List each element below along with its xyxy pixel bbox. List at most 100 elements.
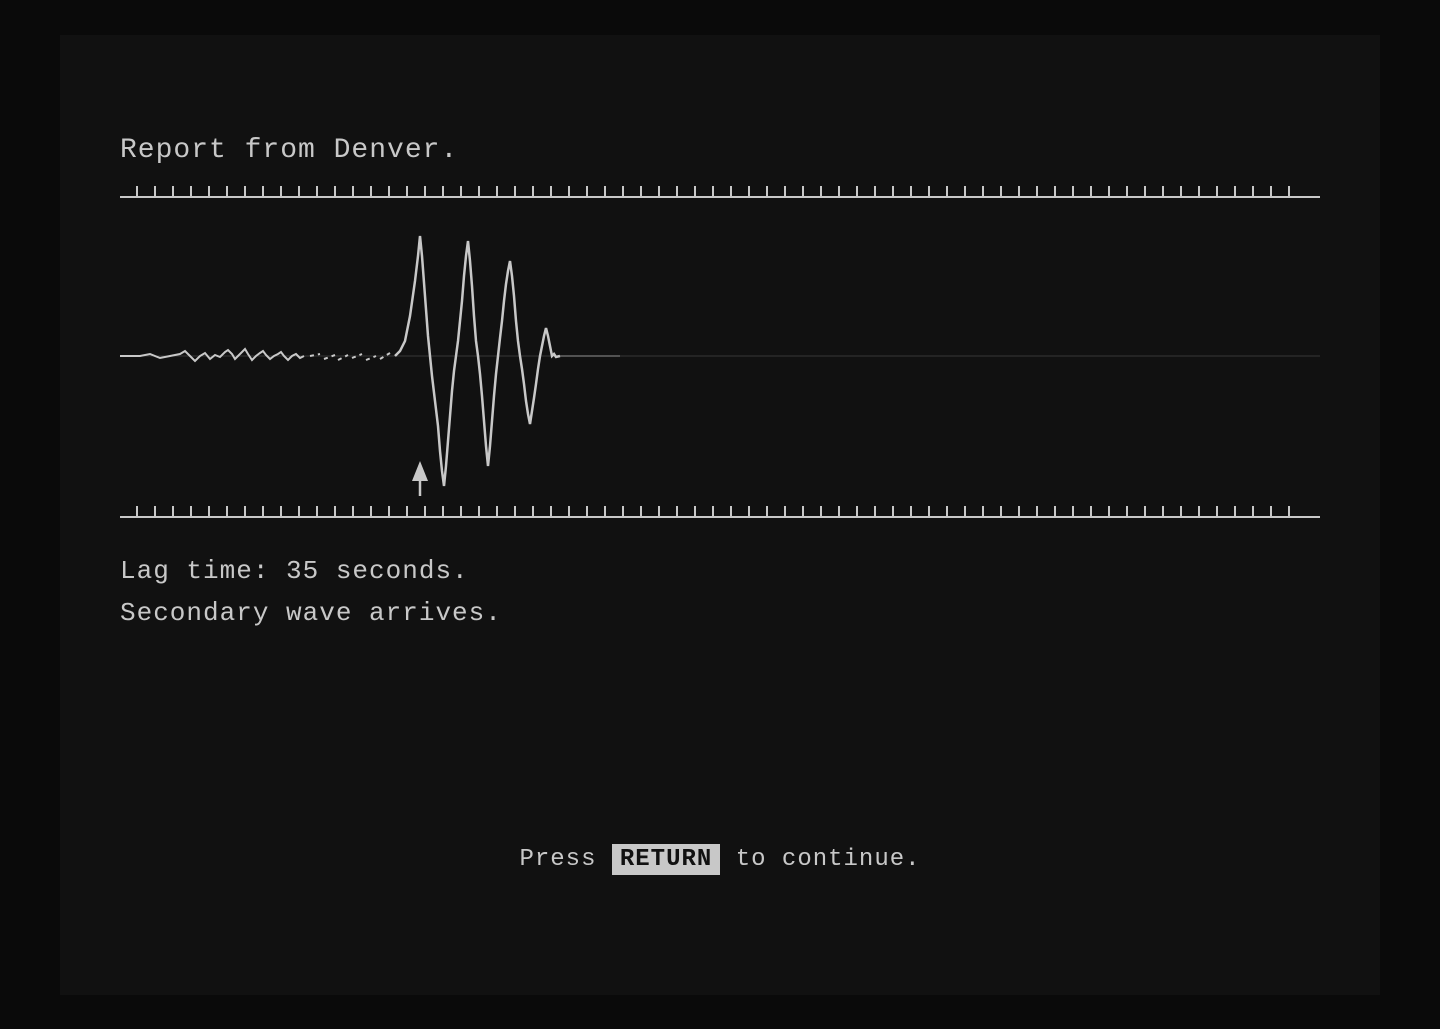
tick-mark xyxy=(1056,506,1074,516)
return-key[interactable]: RETURN xyxy=(612,844,720,875)
ruler-top-ticks xyxy=(120,186,1320,206)
tick-mark xyxy=(858,186,876,196)
tick-mark xyxy=(444,186,462,196)
tick-mark xyxy=(858,506,876,516)
tick-mark xyxy=(606,506,624,516)
tick-mark xyxy=(354,186,372,196)
tick-mark xyxy=(1272,506,1290,516)
tick-mark xyxy=(174,506,192,516)
tick-mark xyxy=(930,506,948,516)
tick-mark xyxy=(210,186,228,196)
tick-mark xyxy=(948,186,966,196)
content-area: Report from Denver. xyxy=(120,135,1320,628)
tick-mark xyxy=(174,186,192,196)
tick-mark xyxy=(822,186,840,196)
tick-mark xyxy=(390,186,408,196)
tick-mark xyxy=(480,186,498,196)
tick-mark xyxy=(318,506,336,516)
tick-mark xyxy=(1110,186,1128,196)
tick-mark xyxy=(282,186,300,196)
tick-mark xyxy=(678,506,696,516)
tick-mark xyxy=(1128,506,1146,516)
tick-mark xyxy=(426,506,444,516)
tick-mark xyxy=(1110,506,1128,516)
tick-mark xyxy=(264,186,282,196)
tick-mark xyxy=(156,186,174,196)
tick-mark xyxy=(966,506,984,516)
tick-mark xyxy=(354,506,372,516)
press-return-section[interactable]: Press RETURN to continue. xyxy=(60,844,1380,875)
tick-mark xyxy=(246,186,264,196)
tick-mark xyxy=(1092,506,1110,516)
tick-mark xyxy=(246,506,264,516)
tick-mark xyxy=(480,506,498,516)
tick-mark xyxy=(696,506,714,516)
tick-mark xyxy=(642,186,660,196)
tick-mark xyxy=(570,506,588,516)
tick-mark xyxy=(1218,506,1236,516)
tick-mark xyxy=(570,186,588,196)
tick-mark xyxy=(300,186,318,196)
tick-mark xyxy=(1272,186,1290,196)
tick-mark xyxy=(678,186,696,196)
tick-mark xyxy=(444,506,462,516)
tick-mark xyxy=(822,506,840,516)
tick-mark xyxy=(192,506,210,516)
tick-mark xyxy=(210,506,228,516)
tick-mark xyxy=(1218,186,1236,196)
tick-mark xyxy=(1002,506,1020,516)
ruler-bottom-ticks xyxy=(120,506,1320,526)
tick-mark xyxy=(336,506,354,516)
tick-mark xyxy=(318,186,336,196)
tick-mark xyxy=(534,506,552,516)
tick-mark xyxy=(282,506,300,516)
lag-time-label: Lag time: 35 seconds. xyxy=(120,556,1320,586)
tick-mark xyxy=(786,186,804,196)
secondary-wave-label: Secondary wave arrives. xyxy=(120,598,1320,628)
tick-mark xyxy=(498,186,516,196)
tick-mark xyxy=(768,506,786,516)
tick-mark xyxy=(1182,506,1200,516)
tick-mark xyxy=(228,186,246,196)
tick-mark xyxy=(1074,186,1092,196)
tick-mark xyxy=(426,186,444,196)
tick-mark xyxy=(732,186,750,196)
tick-mark xyxy=(228,506,246,516)
tick-mark xyxy=(534,186,552,196)
tick-mark xyxy=(1038,186,1056,196)
seismograph-area xyxy=(120,206,1320,506)
info-section: Lag time: 35 seconds. Secondary wave arr… xyxy=(120,556,1320,628)
tick-mark xyxy=(1128,186,1146,196)
tick-mark xyxy=(750,506,768,516)
tick-mark xyxy=(120,506,138,516)
tick-mark xyxy=(1020,186,1038,196)
tick-mark xyxy=(786,506,804,516)
tick-mark xyxy=(930,186,948,196)
tick-mark xyxy=(894,186,912,196)
tick-mark xyxy=(1092,186,1110,196)
tick-mark xyxy=(588,186,606,196)
tick-mark xyxy=(138,186,156,196)
tick-mark xyxy=(840,186,858,196)
tick-mark xyxy=(192,186,210,196)
tick-mark xyxy=(264,506,282,516)
tick-mark xyxy=(462,186,480,196)
tick-mark xyxy=(966,186,984,196)
tick-mark xyxy=(1164,186,1182,196)
tick-mark xyxy=(552,506,570,516)
tick-mark xyxy=(1200,186,1218,196)
tick-mark xyxy=(1020,506,1038,516)
tick-mark xyxy=(912,186,930,196)
tick-mark xyxy=(588,506,606,516)
tick-mark xyxy=(1236,186,1254,196)
tick-mark xyxy=(894,506,912,516)
press-label: Press xyxy=(519,846,596,873)
tick-mark xyxy=(1038,506,1056,516)
tick-mark xyxy=(840,506,858,516)
tick-mark xyxy=(984,506,1002,516)
tick-mark xyxy=(624,186,642,196)
tick-mark xyxy=(768,186,786,196)
screen: Report from Denver. xyxy=(60,35,1380,995)
tick-mark xyxy=(696,186,714,196)
tick-mark xyxy=(660,186,678,196)
